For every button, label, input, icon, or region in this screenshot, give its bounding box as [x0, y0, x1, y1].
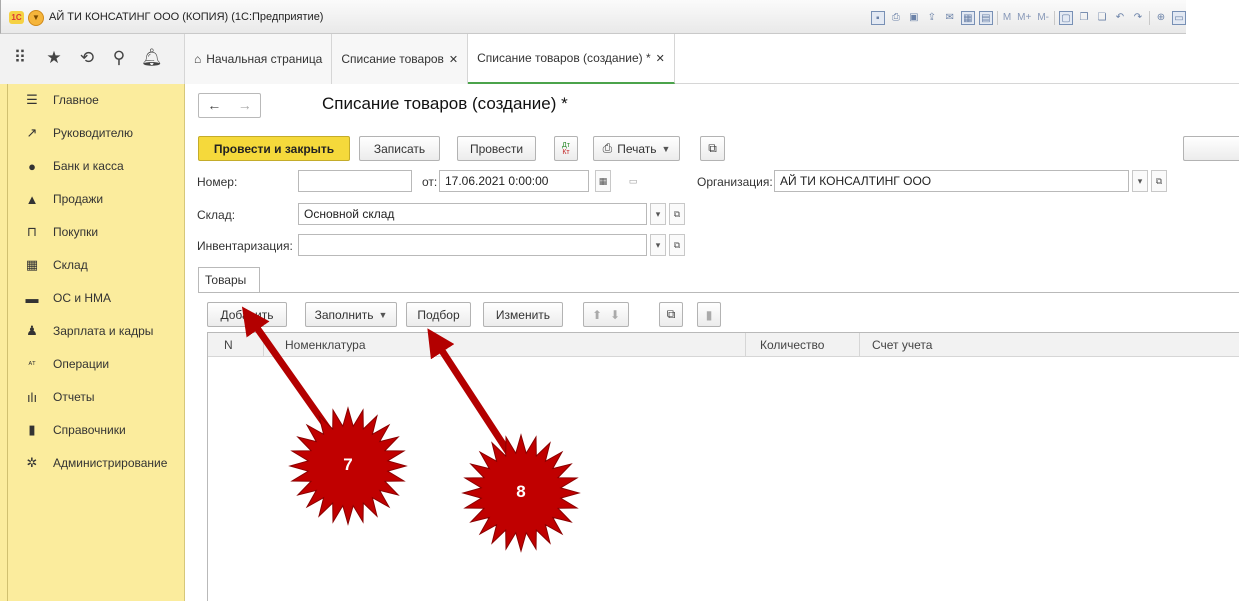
annotation-marker-7: 7 [343, 455, 353, 474]
annotation-arrow-8 [427, 328, 519, 466]
annotation-layer [241, 306, 581, 553]
annotation-marker-8: 8 [516, 482, 526, 501]
